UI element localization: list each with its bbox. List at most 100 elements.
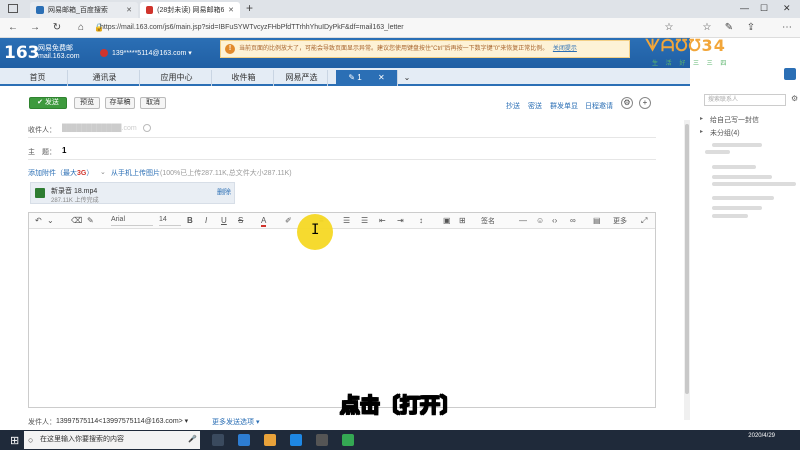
eraser-icon[interactable]: ⌫ (71, 216, 82, 225)
forward-icon[interactable]: → (28, 21, 42, 35)
app-icon[interactable] (238, 434, 250, 446)
close-window-icon[interactable]: ✕ (783, 3, 791, 14)
contact-item[interactable] (712, 165, 756, 169)
panel-settings-icon[interactable]: ⚙ (791, 94, 798, 103)
separate-send-link[interactable]: 群发单显 (550, 101, 578, 111)
browser-tab-1[interactable]: 网易邮箱_百度搜索 ✕ (30, 2, 138, 18)
preview-button[interactable]: 预览 (74, 97, 100, 109)
maximize-icon[interactable]: ☐ (760, 3, 768, 14)
ordered-list-icon[interactable]: ☰ (343, 216, 350, 225)
more-send-options-link[interactable]: 更多发送选项 ▾ (212, 417, 259, 427)
scrollbar-thumb[interactable] (685, 124, 689, 394)
calendar-invite-link[interactable]: 日程邀请 (585, 101, 613, 111)
recipient-chip[interactable]: ████████████.com (62, 125, 137, 132)
contact-search-input[interactable]: 搜索联系人 (704, 94, 786, 106)
code-icon[interactable]: ‹› (552, 216, 557, 225)
favorite-star-icon[interactable]: ☆ (662, 21, 676, 35)
send-button[interactable]: ✔ 发送 (29, 97, 67, 109)
format-painter-icon[interactable]: ✎ (87, 216, 94, 225)
more-menu-icon[interactable]: ⋯ (780, 21, 794, 35)
more-tools-select[interactable]: 更多 (613, 216, 637, 226)
contact-item[interactable] (712, 196, 774, 200)
close-tab-icon[interactable]: ✕ (126, 6, 132, 14)
undo-icon[interactable]: ↶ (35, 216, 42, 225)
emoji-icon[interactable]: ☺ (536, 216, 544, 225)
close-notice-link[interactable]: 关闭提示 (553, 46, 577, 52)
undo-dropdown-icon[interactable]: ⌄ (47, 216, 54, 225)
contact-item[interactable] (705, 150, 730, 154)
save-draft-button[interactable]: 存草稿 (105, 97, 135, 109)
cc-link[interactable]: 抄送 (506, 101, 520, 111)
home-icon[interactable]: ⌂ (74, 21, 88, 35)
account-menu[interactable]: 139*****5114@163.com ▾ (112, 49, 192, 57)
contact-item[interactable] (712, 214, 748, 218)
task-view-icon[interactable] (212, 434, 224, 446)
ungrouped-contacts[interactable]: 未分组(4) (710, 128, 740, 138)
strikethrough-icon[interactable]: S (238, 216, 243, 225)
link-icon[interactable]: ∞ (570, 216, 576, 225)
new-tab-button[interactable]: + (246, 1, 253, 15)
horizontal-rule-icon[interactable]: — (519, 216, 527, 225)
subject-input[interactable]: 1 (62, 146, 66, 155)
store-icon[interactable] (316, 434, 328, 446)
favorites-list-icon[interactable]: ☆ (700, 21, 714, 35)
bold-icon[interactable]: B (187, 216, 193, 225)
attachment-dropdown-icon[interactable]: ⌄ (100, 168, 106, 176)
taskbar-search-input[interactable]: ○ 在这里输入你要搜索的内容 🎤 (24, 431, 200, 449)
write-to-self-link[interactable]: 给自己写一封信 (710, 115, 759, 125)
attachment-delete-link[interactable]: 删除 (217, 187, 231, 197)
scrollbar[interactable] (684, 120, 690, 420)
taskbar-clock[interactable]: 2020/4/29 (735, 432, 775, 440)
highlight-icon[interactable]: ✐ (285, 216, 292, 225)
cancel-button[interactable]: 取消 (140, 97, 166, 109)
line-height-icon[interactable]: ↕ (419, 216, 423, 225)
tab-contacts[interactable]: 通讯录 (70, 70, 140, 86)
add-contact-icon[interactable]: + (639, 97, 651, 109)
message-editor[interactable]: ↶ ⌄ ⌫ ✎ Arial 14 B I U S A ✐ ≡ ☰ ☰ ⇤ ⇥ ↕… (28, 212, 656, 408)
contact-item[interactable] (712, 206, 762, 210)
signature-select[interactable]: 签名 (481, 216, 511, 226)
recipient-remove-icon[interactable] (143, 124, 151, 132)
tab-yanxuan[interactable]: 网易严选 (276, 70, 328, 86)
share-icon[interactable]: ⇪ (744, 21, 758, 35)
browser-tab-2[interactable]: (28封未读) 网易邮箱6.0... ✕ (140, 2, 240, 18)
expand-icon[interactable]: ▸ (700, 115, 703, 122)
tab-actions-icon[interactable] (8, 4, 18, 13)
back-icon[interactable]: ← (6, 21, 20, 35)
tab-app-center[interactable]: 应用中心 (142, 70, 212, 86)
file-explorer-icon[interactable] (264, 434, 276, 446)
settings-gear-icon[interactable]: ⚙ (621, 97, 633, 109)
text-color-icon[interactable]: A (261, 216, 267, 227)
refresh-icon[interactable]: ↻ (50, 21, 64, 35)
upload-from-phone-link[interactable]: 从手机上传图片 (111, 168, 160, 178)
table-icon[interactable]: ⊞ (459, 216, 466, 225)
italic-icon[interactable]: I (205, 216, 207, 225)
microphone-icon[interactable]: 🎤 (188, 431, 197, 449)
reading-list-icon[interactable]: ✎ (722, 21, 736, 35)
template-icon[interactable]: ▤ (593, 216, 601, 225)
fullscreen-icon[interactable]: ⤢ (641, 216, 647, 226)
image-icon[interactable]: ▣ (443, 216, 451, 225)
contact-item[interactable] (712, 143, 762, 147)
tab-compose[interactable]: ✎ 1 ✕ (336, 70, 398, 86)
underline-icon[interactable]: U (221, 216, 227, 225)
add-attachment-link[interactable]: 添加附件（最大3G） (28, 168, 93, 178)
windows-start-icon[interactable]: ⊞ (10, 434, 19, 447)
edge-browser-icon[interactable] (290, 434, 302, 446)
tab-home[interactable]: 首页 (8, 70, 68, 86)
outdent-icon[interactable]: ⇤ (379, 216, 386, 225)
from-select[interactable]: 13997575114<13997575114@163.com> ▾ (56, 417, 188, 425)
bcc-link[interactable]: 密送 (528, 101, 542, 111)
contact-item[interactable] (712, 175, 772, 179)
minimize-icon[interactable]: — (740, 3, 749, 13)
indent-icon[interactable]: ⇥ (397, 216, 404, 225)
play-store-icon[interactable] (342, 434, 354, 446)
tab-dropdown-icon[interactable]: ⌄ (400, 70, 414, 86)
unordered-list-icon[interactable]: ☰ (361, 216, 368, 225)
close-tab-icon[interactable]: ✕ (228, 6, 234, 14)
collapse-icon[interactable]: ▸ (700, 128, 703, 135)
tab-inbox[interactable]: 收件箱 (214, 70, 274, 86)
contact-item[interactable] (712, 182, 796, 186)
font-size-select[interactable]: 14 (159, 216, 181, 226)
address-bar[interactable]: https://mail.163.com/js6/main.jsp?sid=IB… (100, 21, 640, 35)
